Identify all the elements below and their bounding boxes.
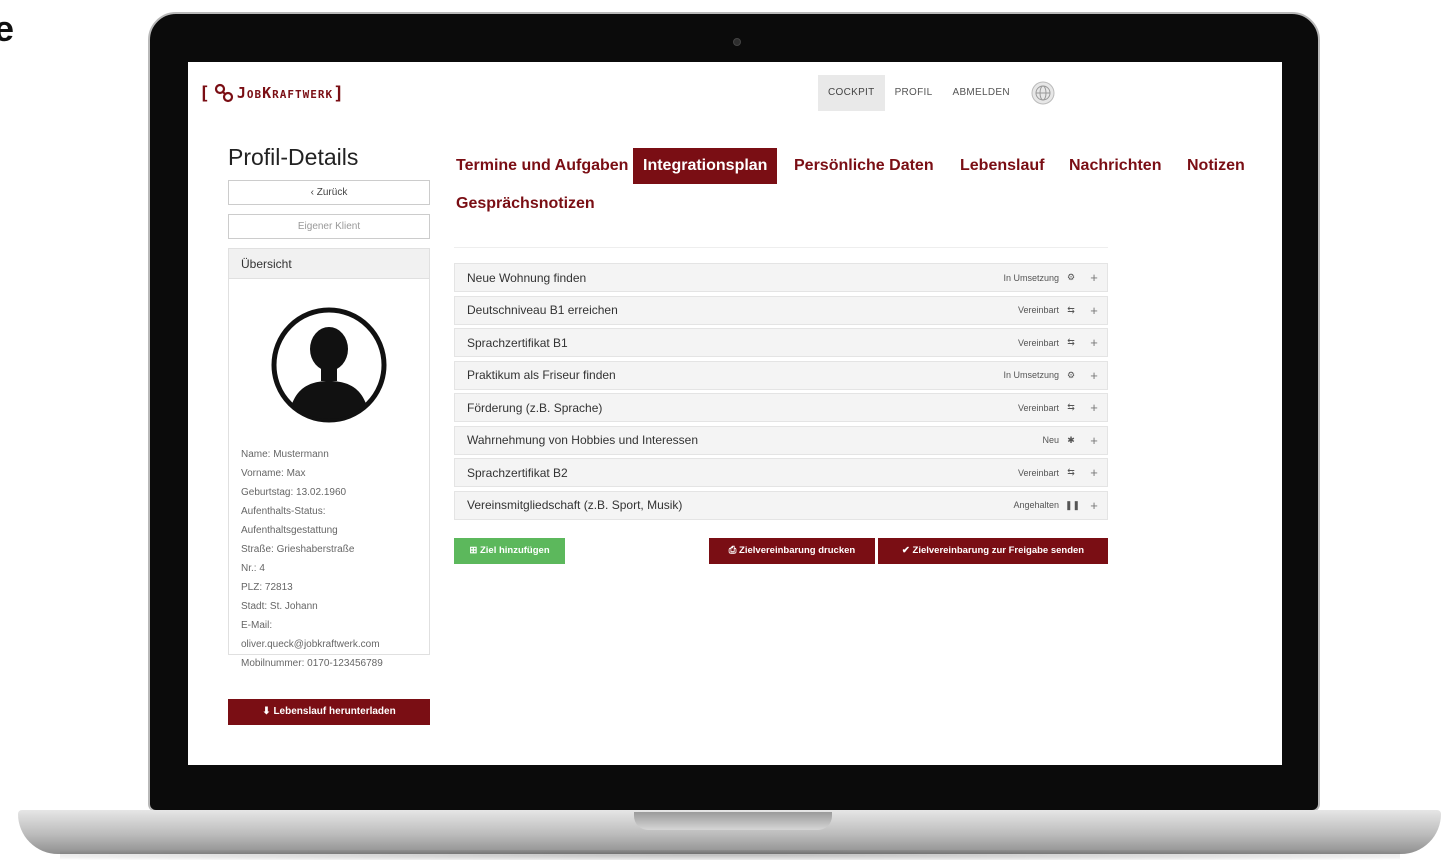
plus-square-icon: ⊞ (469, 545, 480, 556)
plus-icon[interactable]: + (1085, 465, 1103, 480)
goal-row[interactable]: Deutschniveau B1 erreichen Vereinbart ⇆ … (454, 295, 1108, 325)
tab-termine[interactable]: Termine und Aufgaben (446, 148, 638, 184)
info-line: Nr.: 4 (241, 563, 265, 574)
info-line: Aufenthalts-Status: (241, 506, 326, 517)
star-icon: ✱ (1067, 434, 1075, 445)
goal-status: Neu (1042, 435, 1059, 445)
user-avatar-icon (271, 307, 387, 423)
laptop-screen: [ JobKraftwerk ] COCKPIT PROFIL ABMELDEN… (188, 62, 1282, 765)
send-icon: ✔ (901, 545, 913, 556)
goal-status: Vereinbart (1017, 305, 1059, 315)
profile-sidebar: ‹ Zurück Eigener Klient Übersicht Name: … (228, 180, 430, 669)
goal-status: In Umsetzung (1003, 272, 1059, 283)
add-goal-button[interactable]: ⊞ Ziel hinzufügen (454, 538, 565, 564)
plus-icon[interactable]: + (1085, 433, 1103, 448)
handshake-icon: ⇆ (1067, 337, 1075, 347)
add-goal-label: Ziel hinzufügen (479, 545, 550, 556)
goal-title: Deutschniveau B1 erreichen (467, 303, 618, 317)
goals-list: Neue Wohnung finden In Umsetzung ⚙ + Deu… (454, 263, 1108, 523)
back-button[interactable]: ‹ Zurück (228, 180, 430, 205)
info-line: PLZ: 72813 (241, 582, 293, 593)
page-title: Profil-Details (228, 144, 359, 170)
goal-status: In Umsetzung (1003, 370, 1059, 380)
info-line: Mobilnummer: 0170-123456789 (241, 658, 383, 669)
plus-icon[interactable]: + (1085, 368, 1103, 383)
goal-title: Neue Wohnung finden (467, 270, 587, 285)
plus-icon[interactable]: + (1085, 400, 1103, 415)
content-divider (454, 247, 1108, 248)
info-line: Name: Mustermann (241, 449, 329, 460)
goal-row[interactable]: Neue Wohnung finden In Umsetzung ⚙ + (454, 263, 1108, 292)
tab-persoenliche-daten[interactable]: Persönliche Daten (784, 148, 944, 184)
download-cv-button[interactable]: ⬇ Lebenslauf herunterladen (228, 699, 430, 725)
goal-row[interactable]: Sprachzertifikat B2 Vereinbart ⇆ + (454, 458, 1108, 487)
download-cv-label: Lebenslauf herunterladen (273, 706, 396, 717)
plus-icon[interactable]: + (1085, 498, 1103, 513)
goal-row[interactable]: Vereinsmitgliedschaft (z.B. Sport, Musik… (454, 490, 1108, 520)
gears-icon: ⚙ (1066, 272, 1076, 282)
info-line: Aufenthaltsgestattung (241, 525, 338, 536)
webcam (733, 38, 741, 46)
download-icon: ⬇ (262, 706, 274, 717)
nav-abmelden[interactable]: ABMELDEN (942, 75, 1019, 111)
send-for-approval-label: Zielvereinbarung zur Freigabe senden (912, 545, 1085, 556)
goal-row[interactable]: Praktikum als Friseur finden In Umsetzun… (454, 360, 1108, 390)
nav-cockpit[interactable]: COCKPIT (818, 75, 885, 111)
laptop-shadow (60, 850, 1400, 860)
goal-title: Wahrnehmung von Hobbies und Interessen (467, 433, 699, 447)
tab-notizen[interactable]: Notizen (1177, 148, 1255, 184)
goal-title: Sprachzertifikat B2 (467, 465, 568, 480)
print-agreement-label: Zielvereinbarung drucken (739, 545, 856, 556)
tab-lebenslauf[interactable]: Lebenslauf (950, 148, 1054, 184)
overview-title: Übersicht (229, 249, 429, 279)
handshake-icon: ⇆ (1067, 402, 1075, 412)
globe-language-icon[interactable] (1030, 80, 1056, 106)
handshake-icon: ⇆ (1067, 304, 1075, 315)
goal-title: Förderung (z.B. Sprache) (467, 400, 603, 415)
goal-status: Vereinbart (1017, 402, 1059, 413)
info-line: E-Mail: (241, 620, 273, 631)
tab-nachrichten[interactable]: Nachrichten (1059, 148, 1171, 184)
laptop-base-notch (634, 812, 832, 830)
print-icon: ⎙ (728, 545, 740, 556)
info-line: Geburtstag: 13.02.1960 (241, 487, 347, 498)
goal-row[interactable]: Wahrnehmung von Hobbies und Interessen N… (454, 425, 1108, 455)
screenshot-stage: e [ JobKraftwerk ] COCKPIT PROFIL ABMELD… (0, 0, 1441, 862)
client-type-button[interactable]: Eigener Klient (228, 214, 430, 239)
pause-icon: ❚❚ (1065, 499, 1081, 510)
goal-title: Vereinsmitgliedschaft (z.B. Sport, Musik… (467, 498, 683, 512)
goal-title: Praktikum als Friseur finden (467, 368, 616, 382)
plus-icon[interactable]: + (1085, 303, 1103, 318)
logo-bracket-open: [ (199, 82, 211, 104)
tab-integrationsplan[interactable]: Integrationsplan (633, 148, 778, 184)
plus-icon[interactable]: + (1085, 270, 1103, 285)
nav-profil[interactable]: PROFIL (885, 75, 943, 111)
corner-text-fragment: e (0, 8, 15, 49)
info-line: Stadt: St. Johann (241, 601, 318, 612)
top-navigation: COCKPIT PROFIL ABMELDEN (818, 75, 1056, 111)
profile-info-list: Name: Mustermann Vorname: Max Geburtstag… (229, 445, 429, 673)
goal-row[interactable]: Förderung (z.B. Sprache) Vereinbart ⇆ + (454, 393, 1108, 422)
goal-status: Vereinbart (1017, 337, 1059, 348)
gears-icon: ⚙ (1066, 369, 1076, 380)
gears-logo-icon (214, 83, 233, 103)
goal-title: Sprachzertifikat B1 (467, 335, 568, 350)
app-logo[interactable]: [ JobKraftwerk ] (199, 80, 345, 106)
info-line: Straße: Grieshaberstraße (241, 544, 355, 555)
logo-bracket-close: ] (333, 82, 345, 104)
plus-icon[interactable]: + (1085, 335, 1103, 350)
send-for-approval-button[interactable]: ✔ Zielvereinbarung zur Freigabe senden (878, 538, 1108, 564)
tab-gespraechsnotizen[interactable]: Gesprächsnotizen (446, 186, 605, 222)
goal-status: Angehalten (1013, 500, 1059, 510)
print-agreement-button[interactable]: ⎙ Zielvereinbarung drucken (709, 538, 875, 564)
info-line: Vorname: Max (241, 468, 306, 479)
goal-status: Vereinbart (1017, 467, 1059, 478)
email-link[interactable]: oliver.queck@jobkraftwerk.com (241, 635, 429, 654)
overview-panel: Übersicht Name: Mustermann Vorname: Max … (228, 248, 430, 669)
logo-text: JobKraftwerk (236, 84, 334, 102)
goal-row[interactable]: Sprachzertifikat B1 Vereinbart ⇆ + (454, 328, 1108, 357)
handshake-icon: ⇆ (1067, 467, 1075, 477)
